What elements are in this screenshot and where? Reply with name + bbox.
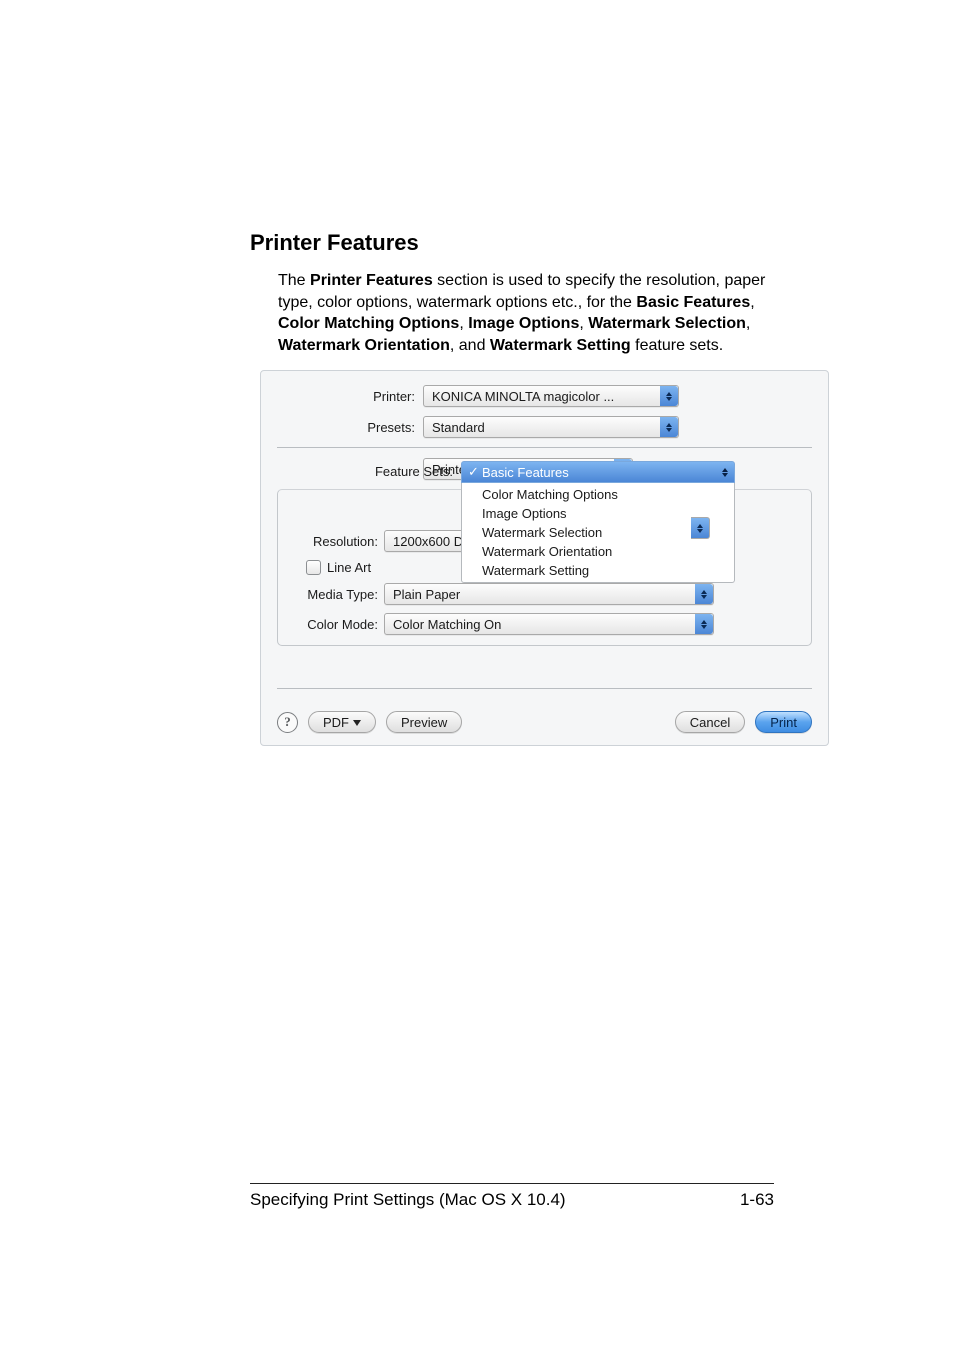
feature-sets-menu-item[interactable]: Watermark Orientation [462, 542, 734, 561]
dropdown-arrows-icon [660, 386, 678, 406]
footer-rule [250, 1183, 774, 1184]
pdf-button-label: PDF [323, 715, 349, 730]
printer-label: Printer: [277, 389, 423, 404]
dropdown-arrows-icon [695, 614, 713, 634]
help-button[interactable]: ? [277, 712, 298, 733]
mediatype-label: Media Type: [290, 587, 384, 602]
feature-sets-selected-value: Basic Features [482, 465, 569, 480]
term-watermark-setting: Watermark Setting [490, 337, 631, 354]
section-heading: Printer Features [250, 230, 774, 256]
print-dialog: Printer: KONICA MINOLTA magicolor ... Pr… [260, 370, 829, 746]
feature-sets-menu-item[interactable]: Watermark Setting [462, 561, 734, 580]
term-basic-features: Basic Features [636, 294, 750, 311]
triangle-down-icon [353, 720, 361, 726]
text: , and [450, 337, 490, 354]
term-watermark-selection: Watermark Selection [588, 315, 746, 332]
text: , [459, 315, 468, 332]
help-icon: ? [284, 714, 291, 730]
dropdown-arrows-icon [695, 584, 713, 604]
text: , [750, 294, 754, 311]
colormode-select[interactable]: Color Matching On [384, 613, 714, 635]
term-printer-features: Printer Features [310, 272, 433, 289]
footer-left: Specifying Print Settings (Mac OS X 10.4… [250, 1190, 566, 1210]
colormode-select-value: Color Matching On [393, 617, 501, 632]
mediatype-select[interactable]: Plain Paper [384, 583, 714, 605]
divider [277, 447, 812, 448]
print-button[interactable]: Print [755, 711, 812, 733]
presets-select[interactable]: Standard [423, 416, 679, 438]
colormode-label: Color Mode: [290, 617, 384, 632]
page-footer: Specifying Print Settings (Mac OS X 10.4… [250, 1183, 774, 1210]
feature-sets-selected-row[interactable]: ✓ Basic Features [461, 461, 735, 483]
presets-label: Presets: [277, 420, 423, 435]
feature-sets-menu-item[interactable]: Color Matching Options [462, 485, 734, 504]
printer-select[interactable]: KONICA MINOLTA magicolor ... [423, 385, 679, 407]
printer-select-value: KONICA MINOLTA magicolor ... [432, 389, 614, 404]
text: The [278, 272, 310, 289]
text: , [579, 315, 588, 332]
presets-select-value: Standard [432, 420, 485, 435]
pdf-menu-button[interactable]: PDF [308, 711, 376, 733]
dropdown-arrows-icon [691, 517, 710, 539]
term-watermark-orientation: Watermark Orientation [278, 337, 450, 354]
text: , [746, 315, 750, 332]
feature-sets-label: Feature Sets: [277, 461, 461, 479]
term-image-options: Image Options [468, 315, 579, 332]
footer-page-number: 1-63 [740, 1190, 774, 1210]
divider [277, 688, 812, 689]
text: feature sets. [631, 337, 724, 354]
dropdown-arrows-icon [716, 468, 734, 477]
mediatype-select-value: Plain Paper [393, 587, 460, 602]
dropdown-arrows-icon [660, 417, 678, 437]
cancel-button[interactable]: Cancel [675, 711, 745, 733]
checkmark-icon: ✓ [468, 464, 482, 480]
term-color-matching: Color Matching Options [278, 315, 459, 332]
section-paragraph: The Printer Features section is used to … [278, 270, 774, 356]
preview-button[interactable]: Preview [386, 711, 462, 733]
